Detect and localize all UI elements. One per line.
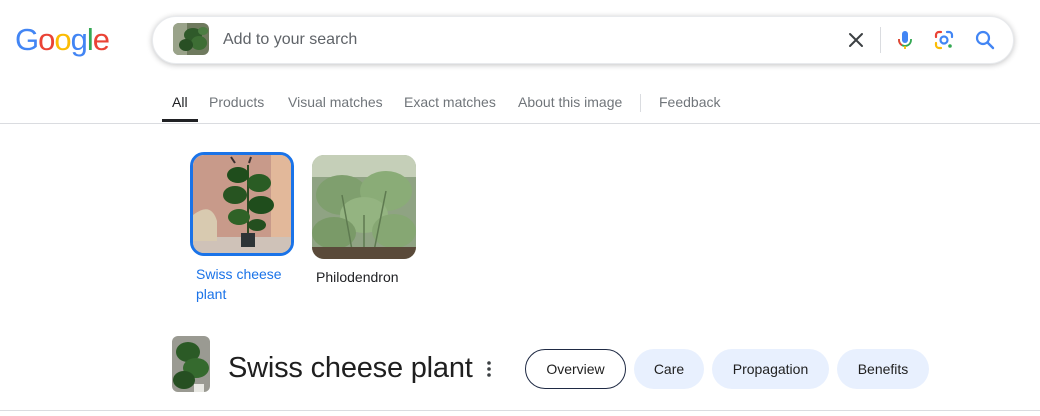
match-image[interactable] [190,152,294,256]
tabs-divider [640,94,641,112]
chip-benefits[interactable]: Benefits [837,349,929,389]
match-label[interactable]: Philodendron [312,267,420,287]
logo-letter: G [15,22,39,57]
logo-letter: o [54,22,71,57]
google-lens-icon[interactable] [932,28,956,52]
search-box[interactable] [152,16,1014,64]
tab-visual-matches[interactable]: Visual matches [288,84,383,122]
search-icon[interactable] [973,28,997,52]
tab-about-this-image[interactable]: About this image [518,84,622,122]
chip-care[interactable]: Care [634,349,704,389]
chip-overview[interactable]: Overview [525,349,626,389]
tab-all[interactable]: All [162,84,198,122]
search-input[interactable] [221,27,825,53]
tab-feedback[interactable]: Feedback [659,84,720,122]
clear-icon[interactable] [844,28,868,52]
logo-letter: e [92,22,110,57]
section-divider [0,410,1040,411]
tabs-underline [0,123,1040,124]
search-divider [880,27,881,53]
tab-products[interactable]: Products [209,84,264,122]
match-image[interactable] [312,155,416,259]
search-image-thumbnail[interactable] [173,23,209,55]
match-card-swiss-cheese-plant[interactable]: Swiss cheese plant [190,152,300,304]
more-vert-icon[interactable] [480,358,498,380]
logo-letter: o [38,22,55,57]
entity-title: Swiss cheese plant [228,352,473,384]
tab-exact-matches[interactable]: Exact matches [404,84,496,122]
microphone-icon[interactable] [893,28,917,52]
logo-letter: g [70,22,88,57]
chip-propagation[interactable]: Propagation [712,349,829,389]
match-label[interactable]: Swiss cheese plant [190,264,300,304]
entity-thumbnail[interactable] [172,336,210,392]
google-logo[interactable]: Google [15,22,110,58]
match-card-philodendron[interactable]: Philodendron [312,155,420,287]
